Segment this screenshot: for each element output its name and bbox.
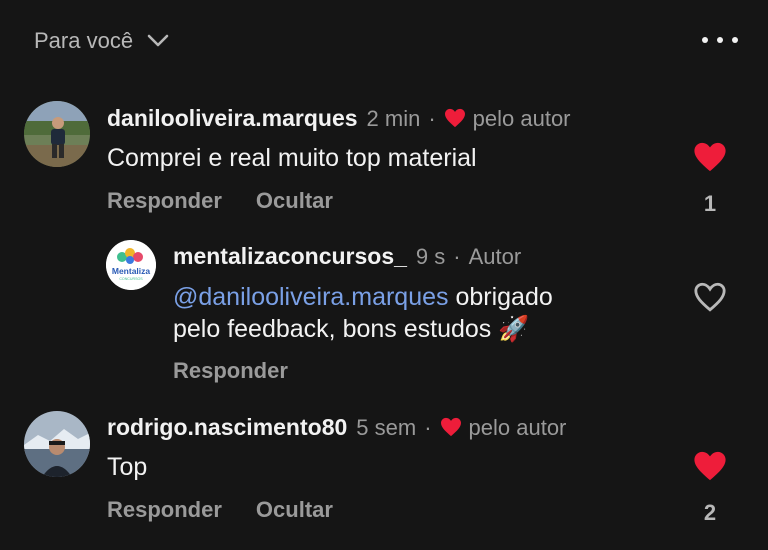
comment-meta: danilooliveira.marques 2 min · pelo auto… bbox=[107, 105, 571, 132]
avatar-logo-subtext: CONCURSOS bbox=[119, 277, 143, 281]
comment-meta: mentalizaconcursos_ 9 s · Autor bbox=[173, 243, 521, 270]
reply-button[interactable]: Responder bbox=[107, 497, 222, 523]
comment-meta: rodrigo.nascimento80 5 sem · pelo autor bbox=[107, 414, 566, 441]
heart-filled-icon[interactable] bbox=[693, 141, 727, 173]
sort-label: Para você bbox=[34, 28, 134, 53]
hide-button[interactable]: Ocultar bbox=[256, 188, 333, 214]
comment-text-line1: obrigado bbox=[448, 283, 553, 311]
avatar[interactable] bbox=[24, 411, 90, 477]
separator-dot: · bbox=[453, 244, 461, 269]
rocket-emoji: 🚀 bbox=[498, 315, 530, 343]
heart-outline-icon[interactable] bbox=[693, 281, 727, 313]
comment-actions: Responder Ocultar bbox=[107, 497, 333, 523]
separator-dot: · bbox=[424, 415, 432, 440]
comment-username[interactable]: rodrigo.nascimento80 bbox=[107, 414, 347, 441]
sort-dropdown[interactable]: Para você bbox=[34, 28, 169, 54]
hide-button[interactable]: Ocultar bbox=[256, 497, 333, 523]
comment-text: @danilooliveira.marques obrigado pelo fe… bbox=[173, 281, 553, 345]
more-options-icon[interactable] bbox=[702, 32, 738, 48]
comment-text: Comprei e real muito top material bbox=[107, 144, 477, 172]
comment-actions: Responder bbox=[173, 358, 288, 384]
author-heart-icon bbox=[444, 108, 465, 128]
author-tag: pelo autor bbox=[468, 415, 567, 440]
comment-time: 5 sem bbox=[356, 415, 417, 440]
mention-link[interactable]: @danilooliveira.marques bbox=[173, 283, 449, 311]
comment-actions: Responder Ocultar bbox=[107, 188, 333, 214]
comment-time: 9 s bbox=[415, 244, 446, 269]
author-heart-icon bbox=[440, 417, 461, 437]
author-tag: Autor bbox=[468, 244, 522, 269]
reply-button[interactable]: Responder bbox=[173, 358, 288, 384]
comment-text-line2: pelo feedback, bons estudos bbox=[173, 315, 492, 343]
comment-text: Top bbox=[107, 453, 148, 481]
reply-button[interactable]: Responder bbox=[107, 188, 222, 214]
comment-username[interactable]: danilooliveira.marques bbox=[107, 105, 358, 132]
chevron-down-icon bbox=[147, 34, 169, 47]
author-tag: pelo autor bbox=[472, 106, 571, 131]
like-count: 2 bbox=[703, 500, 717, 525]
comment-username[interactable]: mentalizaconcursos_ bbox=[173, 243, 407, 270]
avatar[interactable]: Mentaliza CONCURSOS bbox=[106, 240, 156, 290]
heart-filled-icon[interactable] bbox=[693, 450, 727, 482]
avatar[interactable] bbox=[24, 101, 90, 167]
comment-time: 2 min bbox=[366, 106, 421, 131]
like-count: 1 bbox=[703, 191, 717, 216]
separator-dot: · bbox=[428, 106, 436, 131]
avatar-logo-text: Mentaliza bbox=[112, 266, 151, 276]
